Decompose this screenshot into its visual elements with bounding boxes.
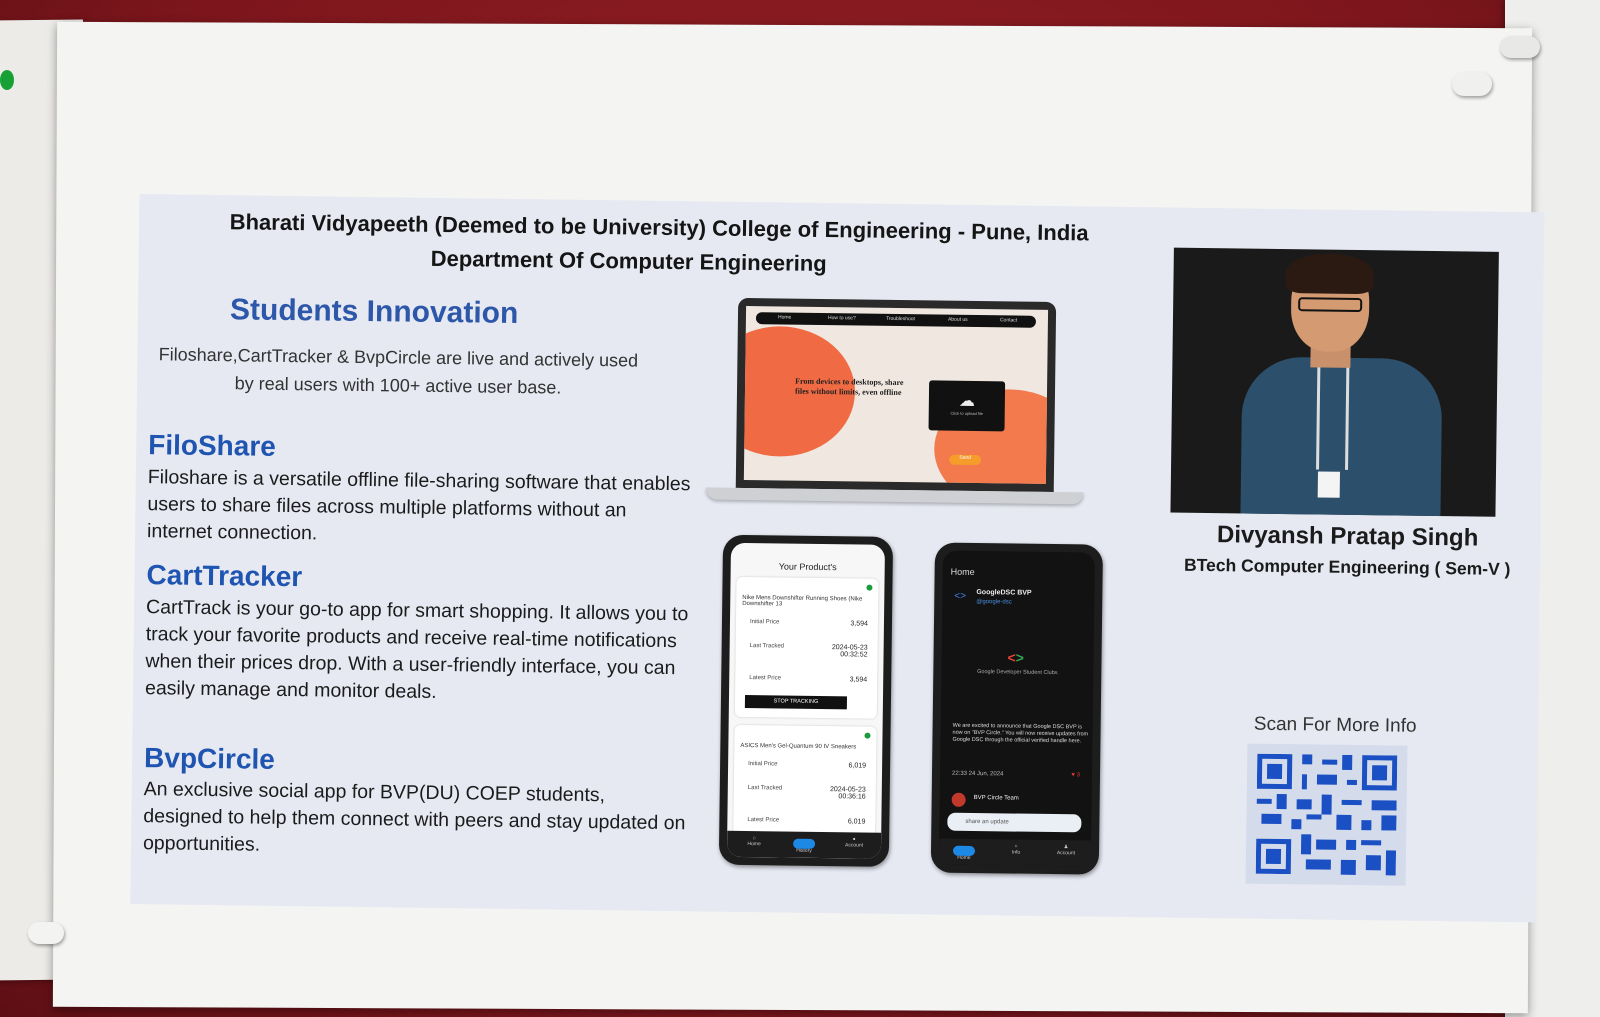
product-card: ASICS Men's Gel-Quantum 90 IV Sneakers I…	[733, 724, 877, 837]
qr-code[interactable]	[1245, 743, 1408, 886]
nav-item-troubleshoot: Troubleshoot	[885, 315, 915, 323]
product-name: ASICS Men's Gel-Quantum 90 IV Sneakers	[740, 742, 857, 751]
post-timestamp: 22:33 24 Jun, 2024	[951, 770, 1004, 778]
poster-paper: Bharati Vidyapeeth (Deemed to be Univers…	[52, 21, 1545, 1014]
status-dot	[864, 732, 871, 739]
tab-account: ♟ Account	[1051, 844, 1081, 856]
bvpcircle-text: An exclusive social app for BVP(DU) COEP…	[142, 778, 686, 856]
carttracker-phone-mockup: Your Product's Nike Mens Downshifter Run…	[718, 534, 894, 867]
product-card: Nike Mens Downshifter Running Shoes (Nik…	[734, 576, 879, 719]
screen-title: Home	[950, 566, 975, 577]
qr-label: Scan For More Info	[1253, 713, 1417, 737]
tab-account: ● Account	[839, 836, 869, 848]
pushpin-white	[28, 922, 64, 944]
post-text: We are excited to announce that Google D…	[952, 722, 1089, 745]
heart-icon: ♥	[1071, 772, 1076, 779]
upload-box: ☁ Click to upload file	[928, 380, 1006, 432]
latest-price: 3,594	[849, 676, 868, 684]
bottom-tabbar: Home ○ Info ♟ Account	[938, 838, 1092, 867]
gdsc-logo-icon: <>	[1007, 649, 1025, 666]
last-tracked: 2024-05-23 00:32:52	[831, 644, 868, 659]
filoshare-title: FiloShare	[148, 429, 277, 462]
person-glasses	[1298, 297, 1363, 313]
club-card-title: Google Developer Student Clubs	[977, 669, 1058, 677]
latest-price-label: Latest Price	[749, 675, 781, 682]
pushpin-green	[0, 70, 14, 90]
share-update-input: share an update	[947, 812, 1082, 833]
send-button: Send	[949, 454, 982, 466]
tab-history: History	[789, 836, 819, 854]
bvpcircle-title: BvpCircle	[143, 742, 276, 775]
products-title: Your Product's	[778, 561, 837, 573]
initial-price: 3,594	[850, 620, 869, 628]
nav-item-about: About us	[947, 316, 968, 323]
account-name: GoogleDSC BVP	[976, 589, 1032, 597]
account-handle: @google-dsc	[976, 599, 1012, 606]
upload-caption: Click to upload file	[950, 410, 983, 417]
profile-role: BTech Computer Engineering ( Sem-V )	[1183, 554, 1511, 580]
qr-code-icon	[1255, 753, 1398, 876]
status-dot	[866, 584, 873, 591]
bvpcircle-phone-mockup: Home <> GoogleDSC BVP @google-dsc <> Goo…	[930, 542, 1104, 875]
carttracker-screen: Your Product's Nike Mens Downshifter Run…	[726, 542, 886, 859]
laptop-headline: From devices to desktops, share files wi…	[794, 376, 904, 398]
initial-price-label: Initial Price	[748, 761, 778, 768]
poster: Bharati Vidyapeeth (Deemed to be Univers…	[130, 194, 1545, 923]
filoshare-laptop-mockup: Home How to use? Troubleshoot About us C…	[735, 297, 1057, 493]
gdsc-avatar-icon: <>	[954, 590, 967, 602]
filoshare-text: Filoshare is a versatile offline file-sh…	[146, 466, 691, 545]
profile-name: Divyansh Pratap Singh	[1216, 521, 1479, 552]
laptop-screen: Home How to use? Troubleshoot About us C…	[743, 305, 1049, 484]
last-tracked-label: Last Tracked	[747, 785, 783, 792]
tab-home: ⌂ Home	[739, 835, 769, 847]
upload-icon: ☁	[958, 392, 975, 410]
institution-title: Bharati Vidyapeeth (Deemed to be Univers…	[229, 209, 1089, 246]
department-title: Department Of Computer Engineering	[430, 245, 827, 277]
tab-home: Home	[949, 843, 979, 861]
active-tab-indicator	[952, 845, 976, 857]
id-card	[1317, 471, 1340, 498]
carttracker-title: CartTracker	[146, 559, 303, 593]
nav-item-how-to-use: How to use?	[827, 315, 856, 322]
carttracker-text: CartTrack is your go-to app for smart sh…	[144, 596, 689, 703]
tab-info: ○ Info	[1001, 843, 1031, 856]
profile-photo	[1170, 247, 1499, 517]
stop-tracking-button: STOP TRACKING	[744, 694, 848, 710]
lanyard	[1316, 359, 1350, 470]
pushpin-white	[1452, 72, 1492, 96]
laptop-navbar: Home How to use? Troubleshoot About us C…	[755, 312, 1037, 328]
team-avatar-icon	[951, 792, 966, 807]
like-count: ♥ 3	[1071, 772, 1081, 779]
product-name: Nike Mens Downshifter Running Shoes (Nik…	[742, 594, 863, 608]
latest-price-label: Latest Price	[747, 817, 780, 824]
nav-item-home: Home	[777, 314, 792, 321]
bottom-tabbar: ⌂ Home History ● Account	[726, 830, 882, 859]
bvpcircle-screen: Home <> GoogleDSC BVP @google-dsc <> Goo…	[938, 550, 1095, 867]
innovation-title: Students Innovation	[229, 293, 519, 330]
last-tracked: 2024-05-23 00:36:16	[829, 786, 866, 801]
innovation-description: Filoshare,CartTracker & BvpCircle are li…	[158, 344, 639, 398]
last-tracked-label: Last Tracked	[749, 643, 785, 650]
latest-price: 6,019	[847, 818, 866, 826]
team-name: BVP Circle Team	[973, 795, 1019, 802]
initial-price: 6,019	[848, 762, 867, 770]
person-hair	[1285, 253, 1374, 295]
active-tab-indicator	[793, 838, 816, 849]
initial-price-label: Initial Price	[749, 619, 780, 626]
nav-item-contact: Contact	[999, 317, 1018, 324]
pushpin-white	[1500, 36, 1540, 58]
